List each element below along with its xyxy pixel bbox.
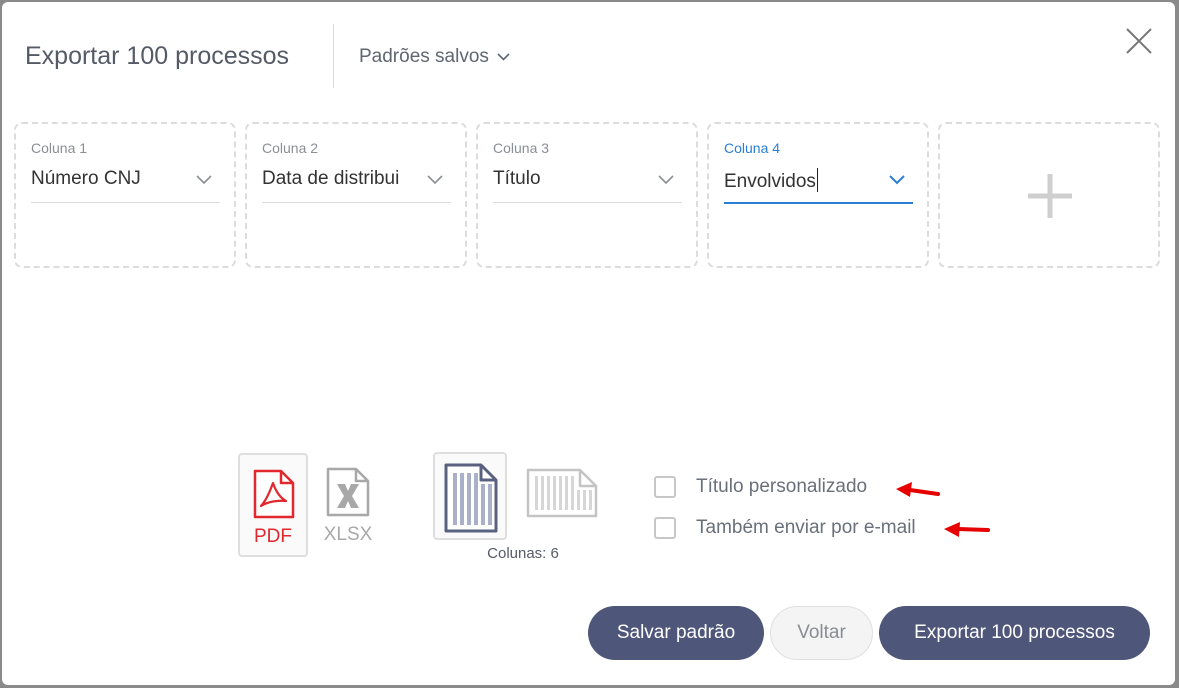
custom-title-label: Título personalizado [696, 476, 868, 497]
text-caret [816, 168, 818, 192]
add-column-button[interactable] [938, 122, 1160, 268]
chevron-down-icon [658, 175, 674, 185]
column-3-value: Título [493, 168, 541, 189]
save-pattern-button[interactable]: Salvar padrão [588, 606, 764, 660]
column-slot-2: Coluna 2 Data de distribui [245, 122, 467, 268]
column-4-value: Envolvidos [724, 171, 816, 192]
column-2-label: Coluna 2 [262, 140, 319, 156]
send-email-checkbox[interactable] [654, 517, 676, 539]
format-xlsx-option[interactable]: XLSX [313, 453, 383, 557]
column-4-value-wrap: Envolvidos [724, 168, 883, 193]
landscape-layout-icon [526, 468, 598, 518]
red-arrow-icon [944, 522, 990, 537]
column-1-select[interactable]: Número CNJ [31, 162, 220, 203]
dialog-title: Exportar 100 processos [25, 42, 290, 70]
layout-portrait-option[interactable] [433, 452, 507, 540]
column-4-select[interactable]: Envolvidos [724, 162, 913, 204]
title-divider [333, 24, 334, 88]
export-button[interactable]: Exportar 100 processos [879, 606, 1150, 660]
layout-landscape-option[interactable] [518, 452, 602, 540]
export-dialog: Exportar 100 processos Padrões salvos Co… [2, 2, 1175, 685]
xlsx-icon [326, 467, 370, 517]
send-email-label: Também enviar por e-mail [696, 517, 916, 538]
chevron-down-icon [427, 175, 443, 185]
red-arrow-icon [896, 482, 940, 497]
column-4-label: Coluna 4 [724, 140, 781, 156]
column-slot-1: Coluna 1 Número CNJ [14, 122, 236, 268]
pdf-icon [253, 469, 295, 519]
back-button[interactable]: Voltar [770, 606, 873, 660]
column-slot-4: Coluna 4 Envolvidos [707, 122, 929, 268]
format-pdf-label: PDF [254, 526, 292, 547]
send-email-option[interactable]: Também enviar por e-mail [654, 517, 916, 539]
plus-icon [1028, 174, 1072, 218]
column-2-value: Data de distribui [262, 168, 400, 189]
saved-patterns-dropdown[interactable]: Padrões salvos [359, 46, 510, 68]
format-pdf-option[interactable]: PDF [238, 453, 308, 557]
format-xlsx-label: XLSX [323, 524, 373, 545]
column-2-select[interactable]: Data de distribui [262, 162, 451, 203]
chevron-down-icon [889, 175, 905, 185]
chevron-down-icon [196, 175, 212, 185]
columns-count-label: Colunas: 6 [487, 545, 559, 562]
chevron-down-icon [497, 53, 510, 61]
custom-title-checkbox[interactable] [654, 476, 676, 498]
column-3-select[interactable]: Título [493, 162, 682, 203]
column-3-label: Coluna 3 [493, 140, 550, 156]
portrait-layout-icon [444, 463, 498, 533]
column-1-value: Número CNJ [31, 168, 141, 189]
column-slot-3: Coluna 3 Título [476, 122, 698, 268]
close-icon[interactable] [1124, 26, 1154, 56]
saved-patterns-label: Padrões salvos [359, 46, 489, 67]
column-1-label: Coluna 1 [31, 140, 88, 156]
custom-title-option[interactable]: Título personalizado [654, 476, 867, 498]
